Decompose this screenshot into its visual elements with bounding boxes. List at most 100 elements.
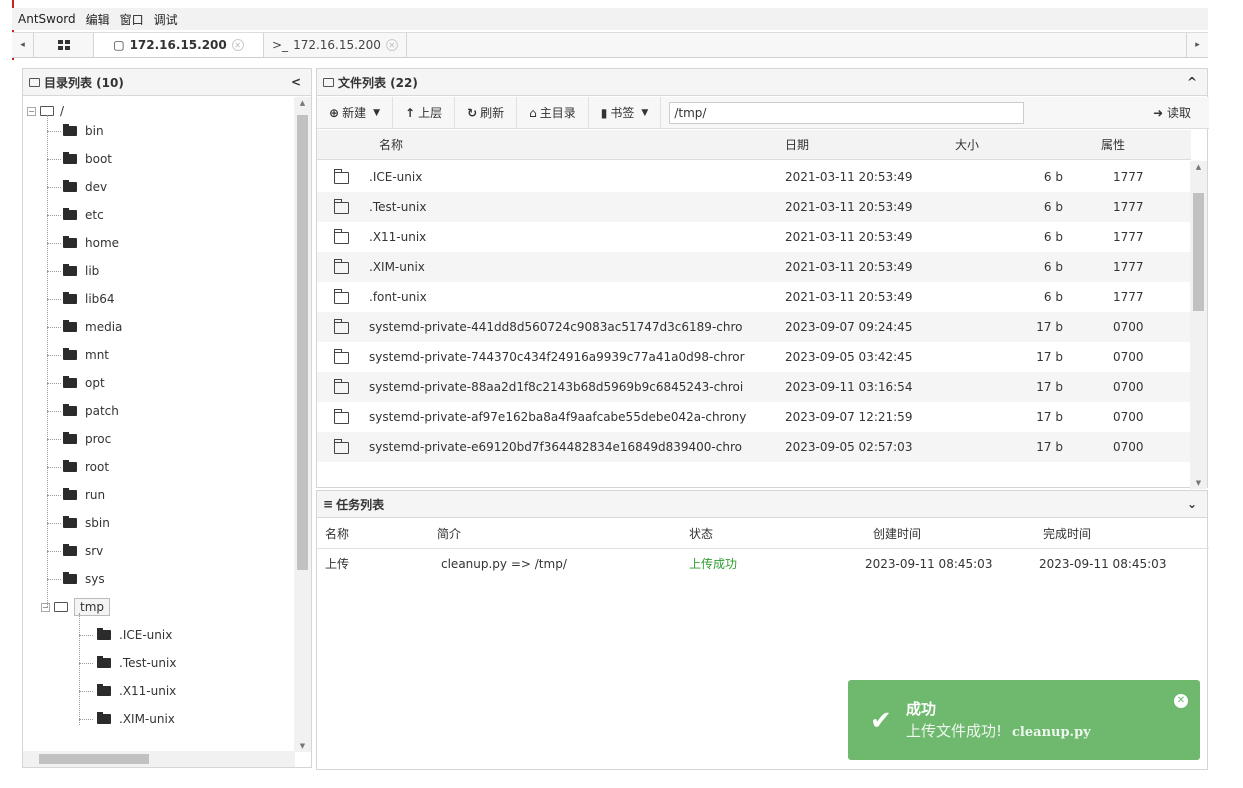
read-button[interactable]: ➜ 读取	[1153, 104, 1191, 121]
table-row[interactable]: .XIM-unix 2021-03-11 20:53:49 6 b 1777	[317, 252, 1191, 282]
tab-label: 172.16.15.200	[129, 38, 227, 52]
tree-item-run[interactable]: run	[63, 481, 105, 509]
tree-item-root[interactable]: root	[63, 453, 109, 481]
tree-item-label: .X11-unix	[119, 684, 177, 698]
new-button[interactable]: ⊕ 新建 ▼	[317, 97, 393, 128]
tab-file-manager[interactable]: ▢ 172.16.15.200 ✕	[94, 33, 264, 57]
task-column-done[interactable]: 完成时间	[1043, 519, 1091, 549]
scroll-down-icon[interactable]: ▼	[1190, 479, 1207, 487]
folder-icon	[334, 349, 349, 364]
tree-item-mnt[interactable]: mnt	[63, 341, 109, 369]
file-size: 6 b	[1043, 290, 1063, 304]
menu-edit[interactable]: 编辑	[86, 11, 110, 28]
tab-terminal[interactable]: >_ 172.16.15.200 ✕	[264, 33, 407, 57]
file-name: systemd-private-88aa2d1f8c2143b68d5969b9…	[369, 380, 744, 394]
collapse-panel-icon[interactable]: <	[291, 75, 301, 89]
tab-scroll-right-icon[interactable]: ▸	[1186, 33, 1208, 57]
task-column-desc[interactable]: 简介	[437, 519, 461, 549]
tree-item-patch[interactable]: patch	[63, 397, 119, 425]
tree-item-bin[interactable]: bin	[63, 117, 104, 145]
tree-item-tmp[interactable]: − tmp	[41, 593, 111, 621]
task-row[interactable]: 上传 cleanup.py => /tmp/ 上传成功 2023-09-11 0…	[317, 549, 1209, 579]
table-row[interactable]: systemd-private-88aa2d1f8c2143b68d5969b9…	[317, 372, 1191, 402]
tree-item-proc[interactable]: proc	[63, 425, 111, 453]
menu-debug[interactable]: 调试	[154, 11, 178, 28]
file-attr: 0700	[1113, 380, 1144, 394]
tree-item-tmp-child[interactable]: .Test-unix	[97, 649, 176, 677]
file-panel: 文件列表 (22) ^ ⊕ 新建 ▼ ↑ 上层 ↻ 刷新 ⌂ 主目录 ▮ 书签 …	[316, 68, 1209, 489]
directory-horizontal-scrollbar[interactable]	[23, 751, 295, 767]
column-size[interactable]: 大小	[955, 130, 979, 160]
up-level-button[interactable]: ↑ 上层	[393, 97, 456, 128]
collapse-toggle-icon[interactable]: −	[41, 602, 50, 612]
collapse-panel-icon[interactable]: ^	[1187, 75, 1197, 89]
directory-vertical-scrollbar[interactable]: ▲ ▼	[294, 97, 311, 752]
scroll-thumb[interactable]	[1193, 193, 1204, 311]
tree-item-lib[interactable]: lib	[63, 257, 99, 285]
scroll-thumb[interactable]	[39, 754, 149, 764]
path-input[interactable]: /tmp/	[669, 101, 1025, 124]
close-icon[interactable]: ✕	[231, 39, 244, 51]
tree-item-label: home	[85, 236, 120, 250]
table-row[interactable]: systemd-private-e69120bd7f364482834e1684…	[317, 432, 1191, 462]
tree-item-lib64[interactable]: lib64	[63, 285, 115, 313]
task-column-created[interactable]: 创建时间	[873, 519, 921, 549]
tree-item-sbin[interactable]: sbin	[63, 509, 110, 537]
tree-item-etc[interactable]: etc	[63, 201, 104, 229]
table-row[interactable]: .ICE-unix 2021-03-11 20:53:49 6 b 1777	[317, 162, 1191, 192]
tree-item-label: mnt	[85, 348, 109, 362]
file-size: 17 b	[1036, 320, 1063, 334]
file-date: 2023-09-07 12:21:59	[785, 410, 913, 424]
tree-item-sys[interactable]: sys	[63, 565, 105, 593]
tree-item-home[interactable]: home	[63, 229, 119, 257]
collapse-panel-icon[interactable]: ⌄	[1187, 497, 1197, 511]
tree-item-tmp-child[interactable]: .X11-unix	[97, 677, 176, 705]
column-date[interactable]: 日期	[785, 130, 809, 160]
home-dir-button[interactable]: ⌂ 主目录	[517, 97, 589, 128]
column-name[interactable]: 名称	[379, 130, 403, 160]
directory-tree: − / bin boot dev etc home lib lib64 media mnt opt pa…	[23, 97, 295, 752]
menu-antsword[interactable]: AntSword	[18, 12, 76, 26]
refresh-button[interactable]: ↻ 刷新	[455, 97, 518, 128]
scroll-up-icon[interactable]: ▲	[294, 99, 311, 107]
tree-item-boot[interactable]: boot	[63, 145, 112, 173]
table-row[interactable]: systemd-private-744370c434f24916a9939c77…	[317, 342, 1191, 372]
scroll-up-icon[interactable]: ▲	[1190, 163, 1207, 171]
scroll-thumb[interactable]	[297, 115, 308, 570]
table-row[interactable]: .Test-unix 2021-03-11 20:53:49 6 b 1777	[317, 192, 1191, 222]
column-attr[interactable]: 属性	[1101, 130, 1125, 160]
bookmark-button[interactable]: ▮ 书签 ▼	[589, 97, 662, 128]
tree-item-tmp-child[interactable]: .XIM-unix	[97, 705, 175, 733]
folder-icon	[63, 124, 77, 136]
tree-item-srv[interactable]: srv	[63, 537, 103, 565]
grid-icon	[57, 40, 70, 50]
tree-item-dev[interactable]: dev	[63, 173, 107, 201]
caret-down-icon: ▼	[641, 107, 649, 118]
file-name: systemd-private-af97e162ba8a4f9aafcabe55…	[369, 410, 747, 424]
file-size: 6 b	[1043, 260, 1063, 274]
tree-item-opt[interactable]: opt	[63, 369, 105, 397]
tree-item-label: sbin	[85, 516, 110, 530]
tree-item-label: proc	[85, 432, 112, 446]
task-column-name[interactable]: 名称	[325, 519, 349, 549]
tree-item-tmp-child[interactable]: .ICE-unix	[97, 621, 172, 649]
arrow-right-icon: ➜	[1153, 106, 1164, 120]
close-icon[interactable]: ✕	[1174, 694, 1188, 708]
table-row[interactable]: .font-unix 2021-03-11 20:53:49 6 b 1777	[317, 282, 1191, 312]
file-attr: 0700	[1113, 410, 1144, 424]
table-row[interactable]: .X11-unix 2021-03-11 20:53:49 6 b 1777	[317, 222, 1191, 252]
collapse-toggle-icon[interactable]: −	[27, 106, 36, 116]
table-row[interactable]: systemd-private-441dd8d560724c9083ac5174…	[317, 312, 1191, 342]
scroll-down-icon[interactable]: ▼	[294, 742, 311, 750]
tab-scroll-left-icon[interactable]: ◂	[12, 33, 34, 57]
table-row[interactable]: systemd-private-af97e162ba8a4f9aafcabe55…	[317, 402, 1191, 432]
close-icon[interactable]: ✕	[385, 39, 398, 51]
task-column-status[interactable]: 状态	[689, 519, 713, 549]
tree-item-media[interactable]: media	[63, 313, 122, 341]
file-date: 2021-03-11 20:53:49	[785, 260, 913, 274]
tab-home-grid[interactable]	[34, 33, 94, 57]
folder-icon	[63, 264, 77, 276]
tree-root[interactable]: − /	[27, 97, 64, 125]
file-vertical-scrollbar[interactable]: ▲ ▼	[1190, 161, 1207, 489]
menu-window[interactable]: 窗口	[120, 11, 144, 28]
